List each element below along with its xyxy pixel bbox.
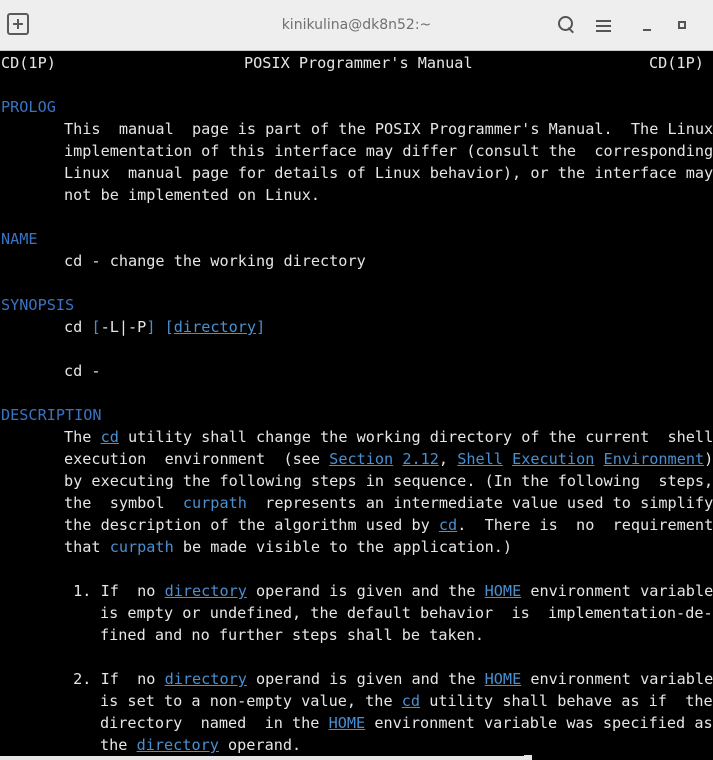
- step-1-line: 1. If no directory operand is given and …: [64, 582, 713, 600]
- cd-link[interactable]: cd: [402, 692, 420, 710]
- directory-link[interactable]: directory: [137, 736, 219, 754]
- section-heading-prolog: PROLOG: [1, 98, 56, 116]
- prolog-line: This manual page is part of the POSIX Pr…: [64, 120, 713, 138]
- maximize-icon[interactable]: [671, 14, 693, 36]
- name-line: cd - change the working directory: [64, 252, 366, 270]
- execution-link[interactable]: Execution: [512, 450, 594, 468]
- section-heading-description: DESCRIPTION: [1, 406, 102, 424]
- man-header-left: CD(1P): [1, 54, 56, 72]
- directory-link[interactable]: directory: [165, 582, 247, 600]
- step-1-line: is empty or undefined, the default behav…: [100, 604, 713, 622]
- description-line: by executing the following steps in sequ…: [64, 472, 713, 490]
- minimize-icon[interactable]: [636, 14, 658, 36]
- description-line: execution environment (see Section 2.12,…: [64, 450, 713, 468]
- section-heading-synopsis: SYNOPSIS: [1, 296, 75, 314]
- cd-link[interactable]: cd: [101, 428, 119, 446]
- description-line: that curpath be made visible to the appl…: [64, 538, 513, 556]
- section-heading-name: NAME: [1, 230, 38, 248]
- curpath-variable: curpath: [109, 538, 174, 556]
- step-1-line: fined and no further steps shall be take…: [100, 626, 485, 644]
- step-2-line: directory named in the HOME environment …: [100, 714, 713, 732]
- description-line: the description of the algorithm used by…: [64, 516, 713, 534]
- man-header-center: POSIX Programmer's Manual: [244, 54, 473, 72]
- section-number-link[interactable]: 2.12: [402, 450, 439, 468]
- terminal-output[interactable]: CD(1P) POSIX Programmer's Manual CD(1P) …: [1, 52, 713, 760]
- home-link[interactable]: HOME: [485, 582, 522, 600]
- description-line: the symbol curpath represents an interme…: [64, 494, 713, 512]
- step-2-line: is set to a non-empty value, the cd util…: [100, 692, 713, 710]
- prolog-line: implementation of this interface may dif…: [64, 142, 713, 160]
- home-link[interactable]: HOME: [485, 670, 522, 688]
- text-cursor: [524, 755, 532, 760]
- step-2-line: 2. If no directory operand is given and …: [64, 670, 713, 688]
- directory-link[interactable]: directory: [174, 318, 256, 336]
- search-icon[interactable]: [556, 14, 578, 36]
- step-2-line: the directory operand.: [100, 736, 302, 754]
- synopsis-line-2: cd -: [64, 362, 101, 380]
- shell-link[interactable]: Shell: [457, 450, 503, 468]
- directory-link[interactable]: directory: [165, 670, 247, 688]
- prolog-line: Linux manual page for details of Linux b…: [64, 164, 713, 182]
- description-line: The cd utility shall change the working …: [64, 428, 713, 446]
- home-link[interactable]: HOME: [329, 714, 366, 732]
- environment-link[interactable]: Environment: [604, 450, 705, 468]
- prolog-line: not be implemented on Linux.: [64, 186, 321, 204]
- man-header-right: CD(1P): [649, 54, 704, 72]
- section-link[interactable]: Section: [329, 450, 393, 468]
- synopsis-line-1: cd [-L|-P] [directory]: [64, 318, 266, 336]
- pager-status-bar: [0, 756, 532, 760]
- title-bar: kinikulina@dk8n52:~: [0, 0, 713, 51]
- cd-link[interactable]: cd: [439, 516, 457, 534]
- hamburger-menu-icon[interactable]: [593, 14, 615, 36]
- curpath-variable: curpath: [182, 494, 247, 512]
